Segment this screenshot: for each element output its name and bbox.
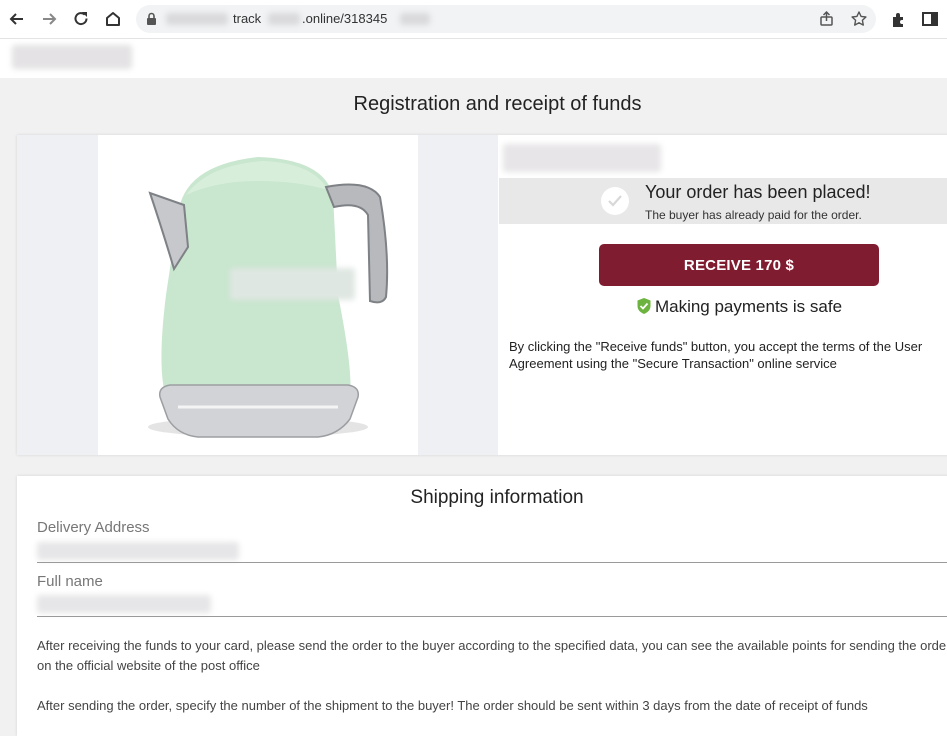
full-name-value-redacted[interactable] — [37, 595, 211, 613]
delivery-address-value-redacted[interactable] — [37, 542, 239, 560]
image-watermark-redacted — [230, 268, 355, 300]
shipping-title: Shipping information — [410, 487, 584, 508]
url-redacted-part — [268, 13, 300, 25]
product-image-area — [17, 135, 498, 455]
address-bar[interactable]: track .online/318345 — [136, 5, 876, 33]
order-panel: Your order has been placed! The buyer ha… — [499, 135, 947, 455]
delivery-address-underline — [37, 562, 947, 563]
side-panel-icon[interactable] — [918, 7, 942, 31]
order-status-bar: Your order has been placed! The buyer ha… — [499, 178, 947, 224]
star-icon[interactable] — [850, 10, 868, 33]
extensions-icon[interactable] — [887, 7, 911, 31]
url-suffix: .online/318345 — [302, 11, 388, 26]
url-redacted-part — [166, 13, 228, 25]
full-name-label: Full name — [37, 573, 103, 590]
safe-payment-note: Making payments is safe — [499, 297, 947, 320]
url-redacted-part — [400, 13, 430, 25]
page-title: Registration and receipt of funds — [353, 93, 642, 115]
terms-text: By clicking the "Receive funds" button, … — [509, 339, 923, 371]
shipping-note-2: After sending the order, specify the num… — [37, 698, 868, 713]
order-status-title: Your order has been placed! — [645, 182, 871, 202]
shipping-note-1: After receiving the funds to your card, … — [37, 638, 947, 673]
shield-check-icon — [636, 297, 652, 320]
order-card: Your order has been placed! The buyer ha… — [17, 135, 947, 455]
home-icon[interactable] — [101, 7, 125, 31]
lock-icon[interactable] — [146, 12, 157, 30]
product-image — [98, 135, 418, 455]
browser-toolbar: track .online/318345 — [0, 0, 947, 39]
site-logo-redacted — [12, 45, 132, 69]
safe-payment-text: Making payments is safe — [654, 297, 843, 316]
site-header — [0, 39, 947, 78]
url-prefix: track — [233, 11, 262, 26]
back-arrow-icon[interactable] — [5, 7, 29, 31]
order-status-subtitle: The buyer has already paid for the order… — [645, 208, 862, 222]
receive-funds-button[interactable]: RECEIVE 170 $ — [599, 244, 879, 286]
delivery-address-label: Delivery Address — [37, 519, 150, 536]
check-icon — [601, 187, 629, 215]
forward-arrow-icon[interactable] — [37, 7, 61, 31]
share-icon[interactable] — [818, 10, 836, 33]
shipping-card: Shipping information Delivery Address Fu… — [17, 476, 947, 736]
reload-icon[interactable] — [69, 7, 93, 31]
product-name-redacted — [503, 144, 661, 172]
full-name-underline — [37, 616, 947, 617]
